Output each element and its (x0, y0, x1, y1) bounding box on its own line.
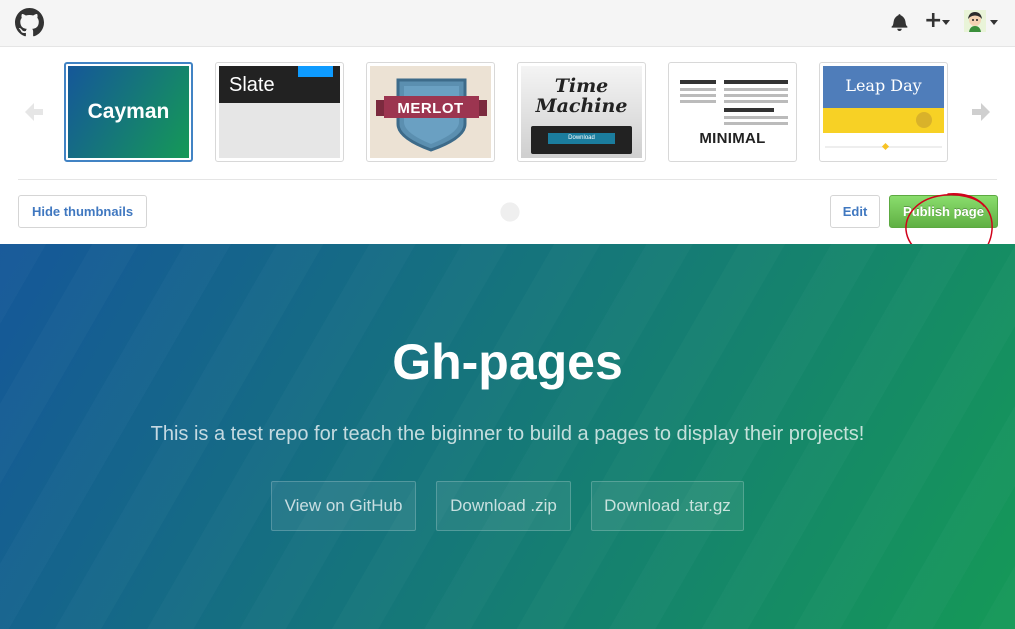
octocat-watermark-icon (500, 202, 520, 222)
github-octocat-icon (916, 112, 932, 128)
theme-label: Leap Day (845, 76, 922, 95)
arrow-right-icon[interactable] (969, 100, 993, 124)
theme-label: Slate (229, 74, 275, 96)
bell-icon[interactable] (891, 13, 908, 31)
view-on-github-button[interactable]: View on GitHub (271, 481, 416, 531)
hide-thumbnails-button[interactable]: Hide thumbnails (18, 195, 147, 228)
project-title: Gh-pages (392, 334, 623, 390)
theme-label: MINIMAL (699, 130, 766, 147)
theme-download-button: Download (548, 133, 615, 144)
arrow-left-icon[interactable] (22, 100, 46, 124)
theme-thumbnail-minimal[interactable]: MINIMAL (668, 62, 797, 162)
theme-thumbnail-slate[interactable]: Slate (215, 62, 344, 162)
top-navigation-bar: + (0, 0, 1015, 47)
github-octocat-icon[interactable] (15, 8, 44, 37)
theme-thumbnail-time-machine[interactable]: Time Machine Download (517, 62, 646, 162)
page-header-hero: Gh-pages This is a test repo for teach t… (0, 244, 1015, 629)
divider (18, 179, 997, 180)
theme-thumbnail-leap-day[interactable]: Leap Day (819, 62, 948, 162)
plus-icon[interactable]: + (924, 9, 942, 33)
chevron-down-icon[interactable] (990, 20, 998, 25)
theme-label: Time Machine (535, 75, 628, 117)
project-tagline: This is a test repo for teach the biginn… (150, 423, 865, 445)
theme-label: Cayman (87, 100, 170, 123)
theme-thumbnail-cayman[interactable]: Cayman (64, 62, 193, 162)
minimal-lines-graphic (680, 80, 788, 125)
edit-button[interactable]: Edit (830, 195, 880, 228)
theme-thumbnail-merlot[interactable]: MERLOT (366, 62, 495, 162)
download-tar-gz-button[interactable]: Download .tar.gz (591, 481, 744, 531)
theme-label: MERLOT (397, 100, 464, 117)
chevron-down-icon[interactable] (942, 20, 950, 25)
download-zip-button[interactable]: Download .zip (436, 481, 571, 531)
user-avatar[interactable] (964, 10, 986, 32)
